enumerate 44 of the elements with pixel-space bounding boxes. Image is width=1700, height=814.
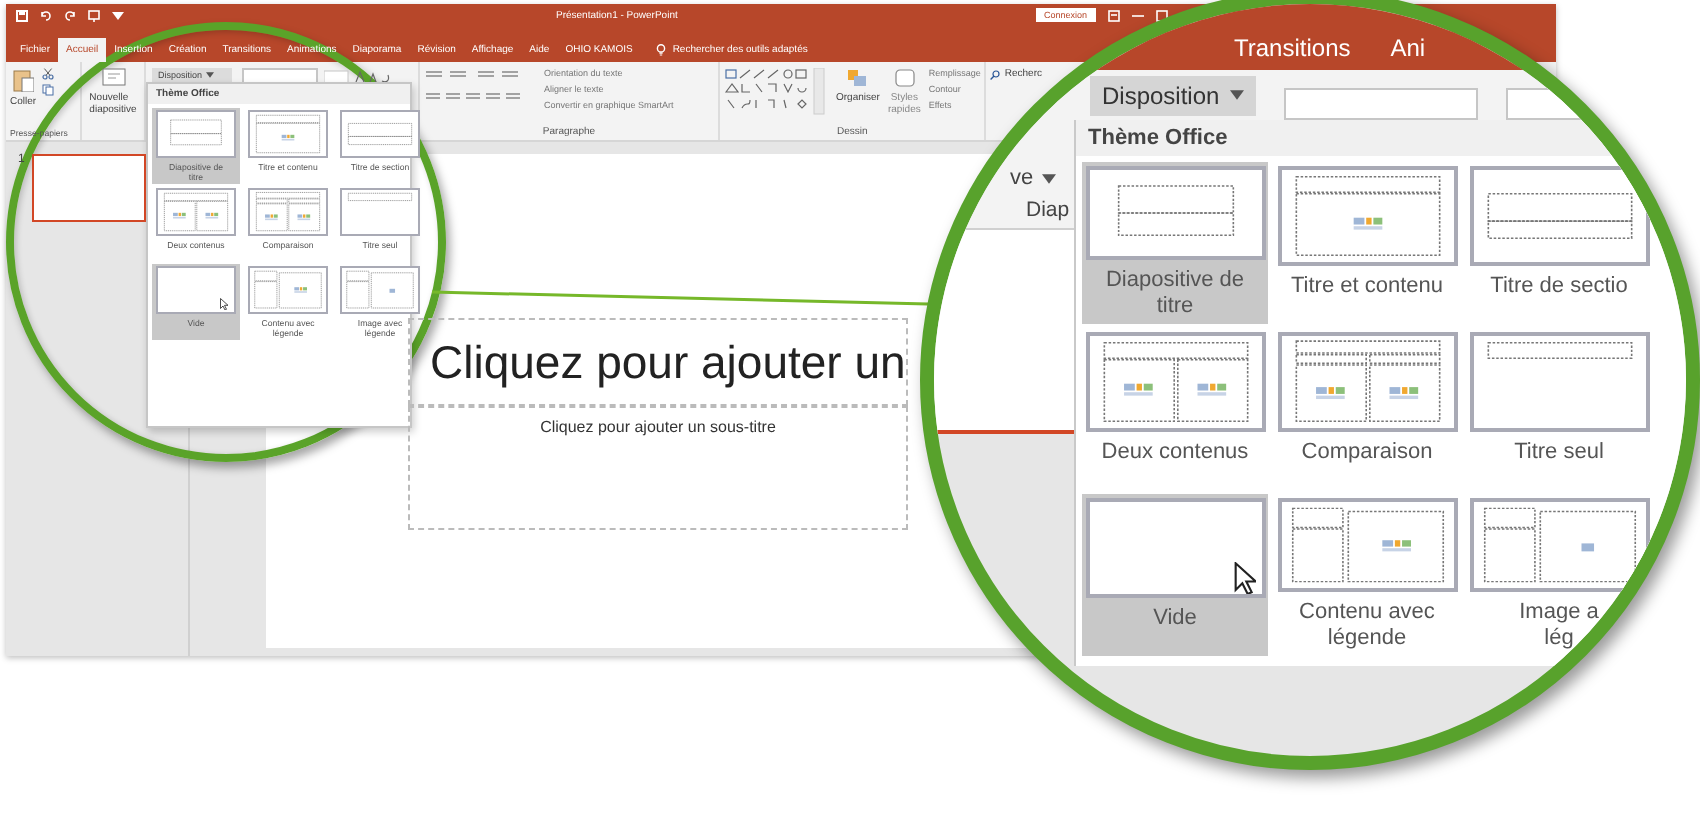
- lightbulb-icon: [656, 44, 667, 56]
- layout-option[interactable]: Image a lég: [1466, 494, 1652, 656]
- caret-icon: [206, 72, 215, 78]
- layout-option[interactable]: Titre et contenu: [1274, 162, 1460, 324]
- caret-icon: [1229, 90, 1244, 100]
- slide-thumbnail[interactable]: [934, 230, 1074, 434]
- new-slide-button[interactable]: ve: [1010, 166, 1074, 190]
- slideshow-icon[interactable]: [88, 9, 100, 21]
- title-placeholder[interactable]: Cliquez pour ajouter un: [408, 318, 908, 406]
- ribbon-tab[interactable]: Transitions: [1234, 34, 1351, 62]
- layout-option[interactable]: Vide: [1082, 494, 1268, 656]
- layout-thumbnail: [156, 266, 236, 314]
- layout-thumbnail: [248, 110, 328, 158]
- undo-icon[interactable]: [40, 9, 52, 21]
- redo-icon[interactable]: [64, 9, 76, 21]
- quick-styles-icon[interactable]: [893, 68, 916, 88]
- shapes-gallery-drawing[interactable]: [724, 68, 828, 116]
- minimize-icon[interactable]: [1131, 9, 1144, 21]
- font-field[interactable]: [1283, 87, 1478, 119]
- layout-button[interactable]: Disposition: [1090, 75, 1256, 115]
- scissors-icon[interactable]: [42, 68, 55, 80]
- layout-option[interactable]: Titre seul: [1466, 328, 1652, 490]
- new-slide-icon[interactable]: [101, 68, 125, 86]
- group-label: Diap: [1026, 198, 1072, 222]
- font-size-controls-drawing[interactable]: [324, 69, 392, 83]
- copy-icon[interactable]: [42, 84, 55, 96]
- layout-option[interactable]: Comparaison: [1274, 328, 1460, 490]
- ribbon-display-icon[interactable]: [1107, 9, 1120, 21]
- layout-thumbnail: [156, 110, 236, 158]
- layout-thumbnail: [156, 188, 236, 236]
- caret-icon: [1041, 173, 1056, 183]
- layout-option[interactable]: Titre de sectio: [1466, 162, 1652, 324]
- layout-thumbnail: [248, 266, 328, 314]
- layout-option[interactable]: Diapositive de titre: [1082, 162, 1268, 324]
- subtitle-placeholder[interactable]: Cliquez pour ajouter un sous-titre: [408, 406, 908, 530]
- slide-thumbnail[interactable]: [32, 154, 147, 222]
- save-icon[interactable]: [16, 9, 28, 21]
- layout-thumbnail: [248, 188, 328, 236]
- layout-option[interactable]: Contenu avec légende: [1274, 494, 1460, 656]
- layout-option[interactable]: Deux contenus: [1082, 328, 1268, 490]
- search-icon[interactable]: [990, 69, 1001, 79]
- ribbon-tab[interactable]: Ani: [1390, 34, 1426, 62]
- clipboard-icon[interactable]: [12, 68, 35, 92]
- caret-icon: [112, 9, 124, 21]
